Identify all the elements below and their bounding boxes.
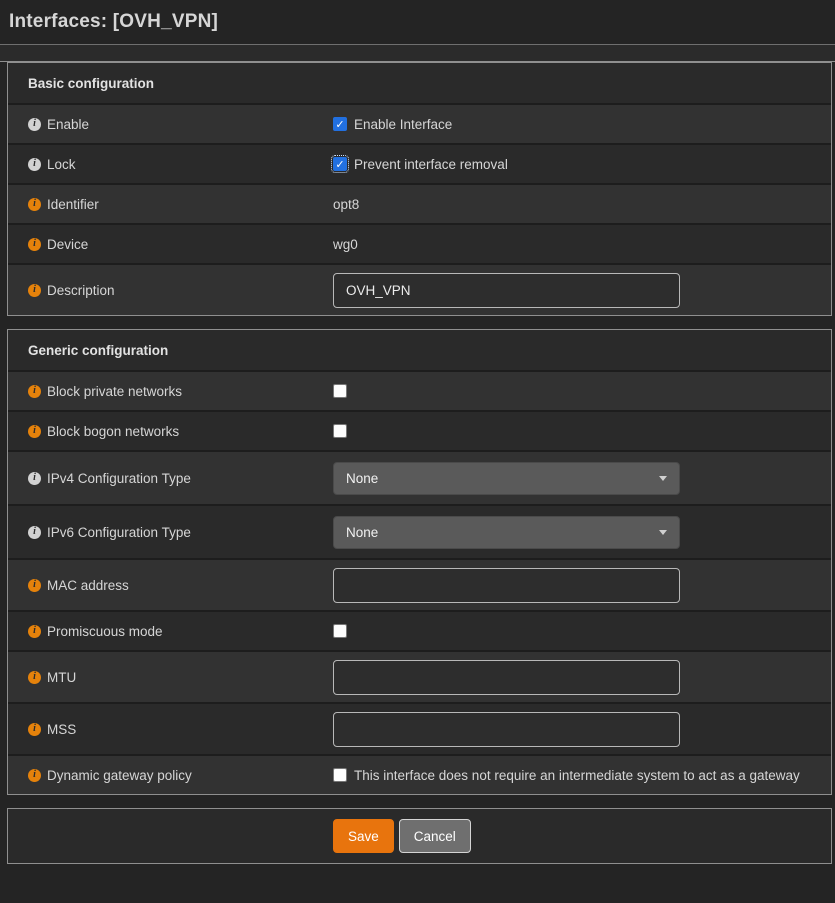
- ipv6-type-select[interactable]: None: [333, 516, 680, 549]
- button-bar: Save Cancel: [8, 809, 831, 863]
- row-device: i Device wg0: [8, 223, 831, 263]
- field-label-identifier: Identifier: [47, 197, 99, 212]
- info-icon[interactable]: i: [28, 472, 41, 485]
- mss-input[interactable]: [333, 712, 680, 747]
- row-mss: i MSS: [8, 702, 831, 754]
- row-ipv6-configuration-type: i IPv6 Configuration Type None: [8, 504, 831, 558]
- chevron-down-icon: [659, 530, 667, 535]
- row-description: i Description: [8, 263, 831, 315]
- info-icon[interactable]: i: [28, 118, 41, 131]
- field-label-mac: MAC address: [47, 578, 129, 593]
- save-button[interactable]: Save: [333, 819, 394, 853]
- content-area: Basic configuration i Enable ✓ Enable In…: [0, 62, 835, 864]
- page-header: Interfaces: [OVH_VPN]: [0, 0, 835, 44]
- row-ipv4-configuration-type: i IPv4 Configuration Type None: [8, 450, 831, 504]
- info-icon[interactable]: i: [28, 385, 41, 398]
- promiscuous-checkbox[interactable]: [333, 624, 347, 638]
- info-icon[interactable]: i: [28, 579, 41, 592]
- select-value: None: [346, 525, 659, 540]
- header-divider-band: [0, 44, 835, 62]
- row-identifier: i Identifier opt8: [8, 183, 831, 223]
- field-label-enable: Enable: [47, 117, 89, 132]
- section-title: Basic configuration: [28, 76, 154, 91]
- row-lock: i Lock ✓ Prevent interface removal: [8, 143, 831, 183]
- section-title: Generic configuration: [28, 343, 168, 358]
- enable-checkbox-label[interactable]: Enable Interface: [354, 117, 452, 132]
- mtu-input[interactable]: [333, 660, 680, 695]
- page-title: Interfaces: [OVH_VPN]: [9, 11, 218, 33]
- select-value: None: [346, 471, 659, 486]
- row-promiscuous-mode: i Promiscuous mode: [8, 610, 831, 650]
- enable-checkbox[interactable]: ✓: [333, 117, 347, 131]
- info-icon[interactable]: i: [28, 198, 41, 211]
- identifier-value: opt8: [333, 197, 359, 212]
- lock-checkbox[interactable]: ✓: [333, 157, 347, 171]
- row-mac-address: i MAC address: [8, 558, 831, 610]
- mac-address-input[interactable]: [333, 568, 680, 603]
- row-mtu: i MTU: [8, 650, 831, 702]
- field-label-block-bogon: Block bogon networks: [47, 424, 179, 439]
- field-label-ipv4-type: IPv4 Configuration Type: [47, 471, 191, 486]
- row-block-private-networks: i Block private networks: [8, 370, 831, 410]
- info-icon[interactable]: i: [28, 526, 41, 539]
- info-icon[interactable]: i: [28, 723, 41, 736]
- section-header-basic: Basic configuration: [8, 63, 831, 103]
- row-enable: i Enable ✓ Enable Interface: [8, 103, 831, 143]
- field-label-device: Device: [47, 237, 88, 252]
- block-private-checkbox[interactable]: [333, 384, 347, 398]
- ipv4-type-select[interactable]: None: [333, 462, 680, 495]
- info-icon[interactable]: i: [28, 425, 41, 438]
- field-label-dynamic-gateway: Dynamic gateway policy: [47, 768, 192, 783]
- field-label-mtu: MTU: [47, 670, 76, 685]
- panel-generic-configuration: Generic configuration i Block private ne…: [7, 329, 832, 795]
- panel-basic-configuration: Basic configuration i Enable ✓ Enable In…: [7, 62, 832, 316]
- cancel-button[interactable]: Cancel: [399, 819, 471, 853]
- dynamic-gateway-checkbox-label[interactable]: This interface does not require an inter…: [354, 768, 800, 783]
- field-label-mss: MSS: [47, 722, 76, 737]
- section-header-generic: Generic configuration: [8, 330, 831, 370]
- field-label-ipv6-type: IPv6 Configuration Type: [47, 525, 191, 540]
- field-label-description: Description: [47, 283, 115, 298]
- info-icon[interactable]: i: [28, 238, 41, 251]
- row-dynamic-gateway-policy: i Dynamic gateway policy This interface …: [8, 754, 831, 794]
- info-icon[interactable]: i: [28, 671, 41, 684]
- checkmark-icon: ✓: [335, 119, 344, 130]
- info-icon[interactable]: i: [28, 158, 41, 171]
- info-icon[interactable]: i: [28, 625, 41, 638]
- device-value: wg0: [333, 237, 358, 252]
- dynamic-gateway-checkbox[interactable]: [333, 768, 347, 782]
- field-label-block-private: Block private networks: [47, 384, 182, 399]
- description-input[interactable]: [333, 273, 680, 308]
- panel-actions: Save Cancel: [7, 808, 832, 864]
- field-label-promiscuous: Promiscuous mode: [47, 624, 163, 639]
- block-bogon-checkbox[interactable]: [333, 424, 347, 438]
- info-icon[interactable]: i: [28, 284, 41, 297]
- chevron-down-icon: [659, 476, 667, 481]
- checkmark-icon: ✓: [335, 159, 344, 170]
- info-icon[interactable]: i: [28, 769, 41, 782]
- lock-checkbox-label[interactable]: Prevent interface removal: [354, 157, 508, 172]
- row-block-bogon-networks: i Block bogon networks: [8, 410, 831, 450]
- field-label-lock: Lock: [47, 157, 76, 172]
